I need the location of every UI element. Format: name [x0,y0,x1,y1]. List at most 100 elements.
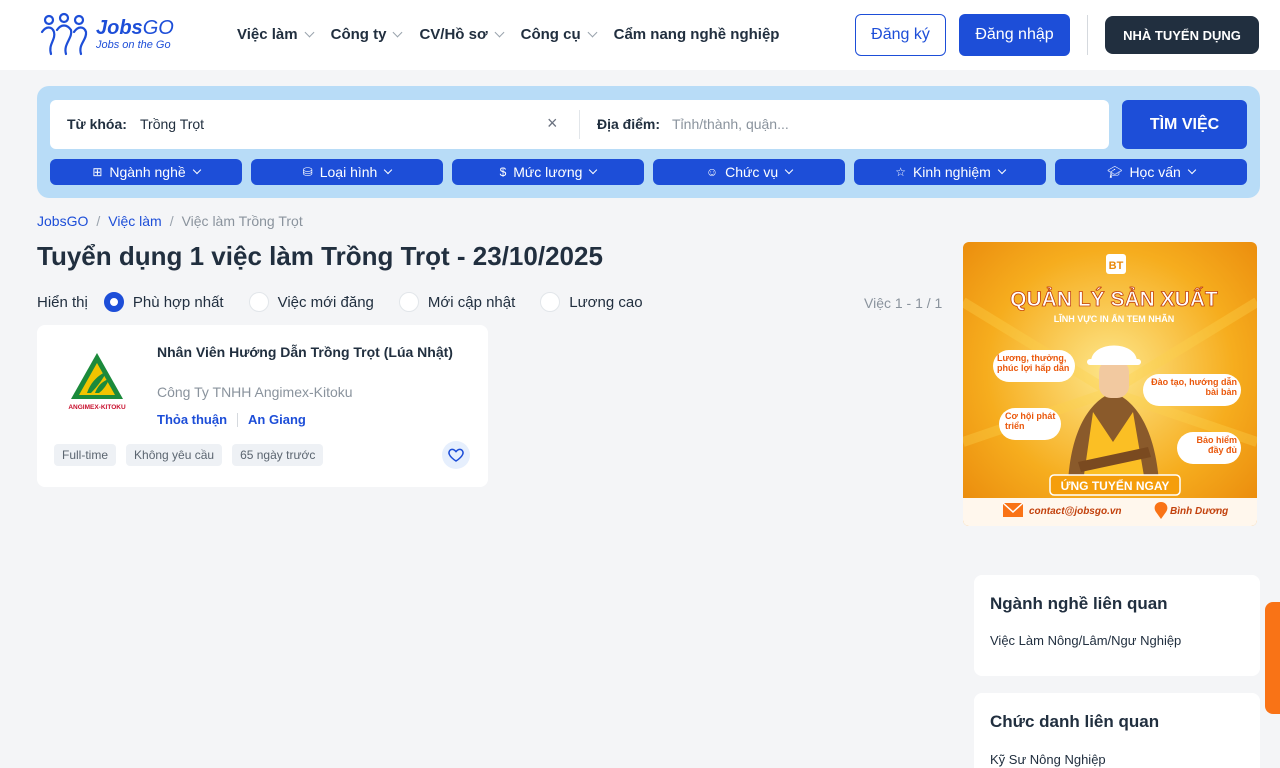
nav-cv[interactable]: CV/Hồ sơ [419,26,505,43]
related-titles-panel: Chức danh liên quan Kỹ Sư Nông Nghiệp [974,693,1260,768]
nav-career-guide-label: Cẩm nang nghề nghiệp [613,26,780,43]
location-input[interactable] [672,112,1072,136]
breadcrumb-current: Việc làm Trồng Trọt [181,213,303,229]
employer-button[interactable]: NHÀ TUYỂN DỤNG [1105,16,1259,54]
filter-salary-label: Mức lương [513,164,583,180]
grid-icon: ⊞ [92,165,103,179]
logo-tagline: Jobs on the Go [96,38,171,51]
recruitment-banner[interactable]: BT QUẢN LÝ SẢN XUẤT LĨNH VỰC IN ẤN TEM N… [963,242,1257,526]
nav-cv-label: CV/Hồ sơ [419,26,488,43]
chevron-down-icon [494,27,505,38]
filter-position[interactable]: ☺ Chức vụ [653,159,845,185]
banner-subtitle: LĨNH VỰC IN ẤN TEM NHÃN [1054,314,1174,324]
job-title[interactable]: Nhân Viên Hướng Dẫn Trồng Trọt (Lúa Nhật… [157,343,457,361]
save-job-button[interactable] [442,441,470,469]
radio-selected[interactable] [103,292,124,312]
job-location: An Giang [248,412,306,427]
svg-text:BT: BT [1109,260,1124,272]
related-industries-panel: Ngành nghề liên quan Việc Làm Nông/Lâm/N… [974,575,1260,676]
banner-benefit: Cơ hội phát triển [1005,411,1056,431]
top-header: JobsGO Jobs on the Go Việc làm Công ty C… [0,0,1280,70]
tag-job-type: Full-time [54,444,117,466]
banner-benefit: Lương, thưởng, phúc lợi hấp dẫn [997,353,1070,373]
header-divider [1087,15,1088,55]
radio[interactable] [248,292,269,312]
sort-option-high-salary[interactable]: Lương cao [540,292,643,312]
filter-industry-label: Ngành nghề [109,164,186,180]
job-tags: Full-time Không yêu cầu 65 ngày trước [54,444,333,466]
sort-option-label: Phù hợp nhất [132,293,224,311]
banner-cta: ỨNG TUYỂN NGAY [1061,478,1170,493]
meta-separator [237,412,239,427]
filter-experience[interactable]: ☆ Kinh nghiệm [854,159,1046,185]
chevron-down-icon [784,165,794,175]
clear-keyword-icon[interactable]: × [547,114,558,132]
sort-options: Hiển thị Phù hợp nhất Việc mới đăng Mới … [37,292,668,312]
job-card[interactable]: ANGIMEX-KITOKU Nhân Viên Hướng Dẫn Trồng… [37,325,488,487]
breadcrumb-home[interactable]: JobsGO [37,213,88,229]
filter-education-label: Học vấn [1129,164,1181,180]
tag-experience: Không yêu cầu [126,444,223,466]
page-title: Tuyển dụng 1 việc làm Trồng Trọt - 23/10… [37,241,603,271]
banner-title: QUẢN LÝ SẢN XUẤT [1010,287,1218,311]
filter-bar: ⊞ Ngành nghề ⛁ Loại hình $ Mức lương ☺ Chức … [50,159,1247,185]
briefcase-icon: ⛁ [302,165,313,179]
banner-location: Bình Dương [1170,506,1228,517]
filter-industry[interactable]: ⊞ Ngành nghề [50,159,242,185]
sort-option-label: Việc mới đăng [277,293,374,311]
breadcrumb: JobsGO / Việc làm / Việc làm Trồng Trọt [37,213,303,229]
filter-job-type[interactable]: ⛁ Loại hình [251,159,443,185]
company-logo[interactable]: ANGIMEX-KITOKU [65,349,129,413]
filter-education[interactable]: 🎓︎ Học vấn [1055,159,1247,185]
nav-companies-label: Công ty [330,26,387,43]
chevron-down-icon [192,165,201,175]
side-feedback-tab[interactable] [1265,602,1280,714]
jobsgo-logo[interactable]: JobsGO Jobs on the Go [38,12,174,56]
nav-jobs[interactable]: Việc làm [237,26,315,43]
breadcrumb-separator: / [96,213,101,229]
keyword-label: Từ khóa: [67,116,127,132]
breadcrumb-jobs[interactable]: Việc làm [108,213,161,229]
related-title-link[interactable]: Kỹ Sư Nông Nghiệp [990,752,1106,767]
banner-email: contact@jobsgo.vn [1029,506,1122,517]
sort-label: Hiển thị [37,293,88,311]
search-box: Từ khóa: Trồng Trọt × Địa điểm: [50,100,1109,149]
chevron-down-icon [392,27,403,38]
register-button[interactable]: Đăng ký [855,14,946,56]
chevron-down-icon [304,27,315,38]
filter-experience-label: Kinh nghiệm [912,164,991,180]
user-icon: ☺ [705,165,719,179]
job-salary: Thỏa thuận [157,412,228,427]
chevron-down-icon [587,27,598,38]
nav-career-guide[interactable]: Cẩm nang nghề nghiệp [614,26,780,43]
breadcrumb-separator: / [169,213,174,229]
heart-icon [448,448,464,462]
filter-position-label: Chức vụ [725,164,779,180]
radio[interactable] [398,292,419,312]
banner-benefit: Bảo hiểm đầy đủ [1196,435,1237,455]
nav-tools-label: Công cụ [520,26,581,43]
chevron-down-icon [1187,165,1197,175]
logo-people-icon [40,12,88,56]
dollar-icon: $ [499,165,507,179]
filter-salary[interactable]: $ Mức lương [452,159,644,185]
search-panel: Từ khóa: Trồng Trọt × Địa điểm: TÌM VIỆC… [37,86,1260,198]
graduation-cap-icon: 🎓︎ [1107,165,1123,179]
sort-option-best-match[interactable]: Phù hợp nhất [103,292,224,312]
login-button[interactable]: Đăng nhập [959,14,1070,56]
logo-title-go: GO [142,16,174,39]
search-separator [579,110,580,139]
keyword-input[interactable]: Trồng Trọt [140,116,204,132]
company-name[interactable]: Công Ty TNHH Angimex-Kitoku [157,384,353,400]
sort-option-newest[interactable]: Việc mới đăng [248,292,374,312]
sort-option-label: Mới cập nhật [427,293,516,311]
company-logo-text: ANGIMEX-KITOKU [68,404,126,411]
nav-companies[interactable]: Công ty [330,26,403,43]
related-industry-link[interactable]: Việc Làm Nông/Lâm/Ngư Nghiệp [990,633,1181,648]
job-meta: Thỏa thuận An Giang [157,412,306,427]
search-button[interactable]: TÌM VIỆC [1122,100,1247,149]
radio[interactable] [540,292,561,312]
sort-option-updated[interactable]: Mới cập nhật [398,292,516,312]
nav-tools[interactable]: Công cụ [520,26,598,43]
result-count: Việc 1 - 1 / 1 [864,295,943,311]
